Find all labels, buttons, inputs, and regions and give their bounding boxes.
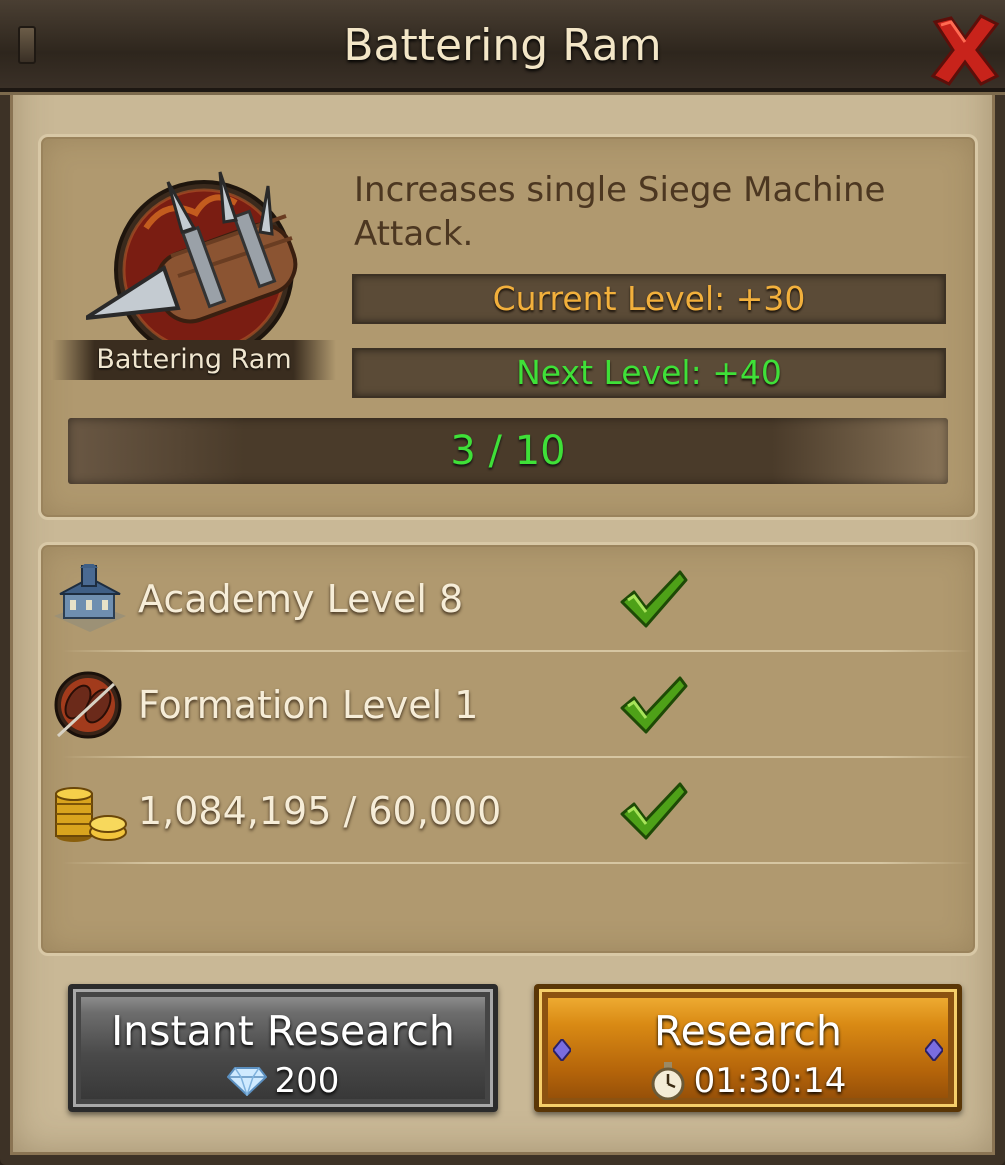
formation-icon — [54, 671, 122, 739]
requirement-label: 1,084,195 / 60,000 — [138, 789, 502, 833]
next-level-bar: Next Level: +40 — [352, 348, 946, 398]
checkmark-icon — [620, 782, 688, 840]
instant-research-cost-value: 200 — [274, 1061, 340, 1101]
diamond-icon — [226, 1067, 267, 1096]
academy-building-icon — [54, 564, 126, 632]
instant-research-cost: 200 — [73, 1061, 493, 1101]
research-button[interactable]: Research 01:30:14 — [534, 984, 962, 1112]
research-time: 01:30:14 — [539, 1061, 957, 1101]
research-progress-bar: 3 / 10 — [68, 418, 948, 484]
dialog-title: Battering Ram — [343, 20, 662, 71]
battering-ram-icon — [86, 171, 298, 358]
title-bar: Battering Ram — [0, 0, 1005, 92]
research-description: Increases single Siege Machine Attack. — [354, 170, 886, 254]
requirement-row: 1,084,195 / 60,000 — [52, 758, 972, 864]
requirement-row: Academy Level 8 — [52, 546, 972, 652]
checkmark-icon — [620, 676, 688, 734]
progress-text: 3 / 10 — [450, 428, 566, 474]
stopwatch-icon — [651, 1062, 685, 1100]
gold-coins-icon — [55, 787, 127, 842]
requirement-row: Formation Level 1 — [52, 652, 972, 758]
requirement-label: Academy Level 8 — [138, 577, 464, 621]
research-label: Research — [653, 1007, 843, 1055]
research-time-value: 01:30:14 — [693, 1061, 847, 1101]
requirement-label: Formation Level 1 — [138, 683, 479, 727]
research-name-label: Battering Ram — [52, 340, 336, 380]
instant-research-label: Instant Research — [111, 1007, 455, 1055]
instant-research-button[interactable]: Instant Research 200 — [68, 984, 498, 1112]
row-divider — [62, 862, 972, 864]
checkmark-icon — [620, 570, 688, 628]
close-x-icon[interactable] — [927, 12, 1003, 88]
current-level-bar: Current Level: +30 — [352, 274, 946, 324]
